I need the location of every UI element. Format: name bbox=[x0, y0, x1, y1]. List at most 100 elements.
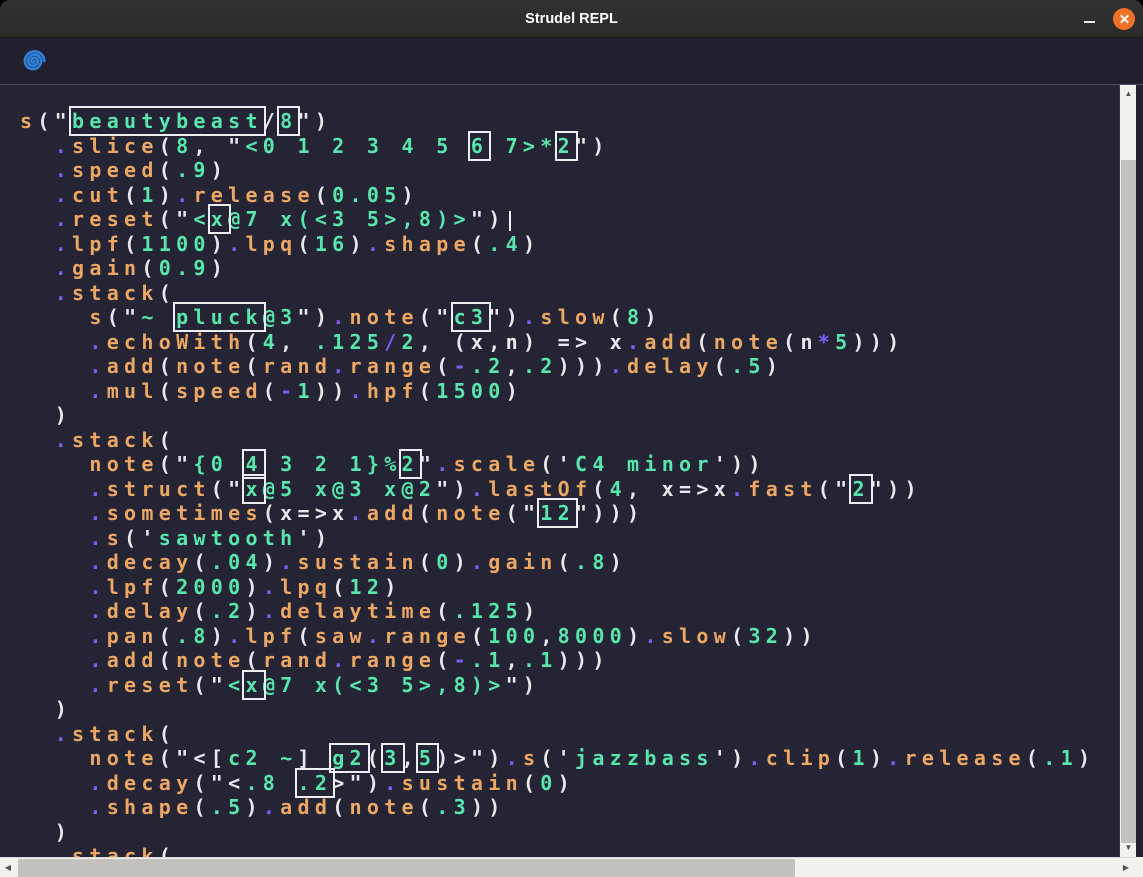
strudel-logo-icon[interactable] bbox=[18, 46, 48, 76]
token: (" bbox=[159, 452, 194, 476]
token: . bbox=[280, 550, 297, 574]
code-line: .sometimes(x=>x.add(note("12"))) bbox=[20, 501, 1119, 526]
active-token: x bbox=[245, 477, 262, 501]
token: release bbox=[905, 746, 1026, 770]
token: ) bbox=[245, 575, 262, 599]
token: . bbox=[523, 305, 540, 329]
token: ( bbox=[159, 844, 176, 857]
token: (' bbox=[540, 746, 575, 770]
token: range bbox=[350, 648, 437, 672]
token: (" bbox=[818, 477, 853, 501]
token: .2 bbox=[523, 354, 558, 378]
token: ( bbox=[159, 158, 176, 182]
token: . bbox=[89, 599, 106, 623]
token: ))) bbox=[558, 354, 610, 378]
scroll-up-arrow-icon[interactable]: ▲ bbox=[1120, 87, 1137, 101]
token: . bbox=[731, 477, 748, 501]
token: . bbox=[89, 501, 106, 525]
token: ") bbox=[488, 305, 523, 329]
horizontal-scrollbar[interactable]: ◀ ▶ bbox=[0, 857, 1136, 877]
token: . bbox=[89, 624, 106, 648]
token: @7 x(<3 5>,8)> bbox=[263, 673, 506, 697]
token: .8 bbox=[176, 624, 211, 648]
titlebar[interactable]: Strudel REPL bbox=[0, 0, 1143, 38]
token: ) bbox=[610, 550, 627, 574]
token: ") bbox=[506, 673, 541, 697]
scroll-down-arrow-icon[interactable]: ▼ bbox=[1120, 841, 1137, 855]
token: ] bbox=[298, 746, 333, 770]
token: ( bbox=[159, 648, 176, 672]
minimize-button[interactable] bbox=[1079, 8, 1101, 30]
token: . bbox=[350, 501, 367, 525]
token: echoWith bbox=[107, 330, 246, 354]
token: .5 bbox=[731, 354, 766, 378]
token: add bbox=[107, 354, 159, 378]
token: ") bbox=[350, 771, 385, 795]
vertical-scrollbar[interactable]: ▲ ▼ bbox=[1119, 85, 1136, 857]
token: " bbox=[228, 134, 245, 158]
token: ( bbox=[471, 624, 488, 648]
token: gain bbox=[488, 550, 557, 574]
token: . bbox=[89, 477, 106, 501]
close-button[interactable] bbox=[1113, 8, 1135, 30]
scroll-right-arrow-icon[interactable]: ▶ bbox=[1118, 858, 1134, 877]
token: 0 bbox=[540, 771, 557, 795]
token: ( bbox=[245, 354, 262, 378]
token: ( bbox=[159, 722, 176, 746]
token: @7 x(<3 5>,8)> bbox=[228, 207, 471, 231]
token: .1 bbox=[471, 648, 506, 672]
token: ( bbox=[159, 354, 176, 378]
code-line: .stack( bbox=[20, 722, 1119, 747]
token: . bbox=[89, 648, 106, 672]
horizontal-scrollbar-thumb[interactable] bbox=[18, 859, 795, 877]
token: sustain bbox=[298, 550, 419, 574]
token: .2 bbox=[211, 599, 246, 623]
code-line: .stack( bbox=[20, 281, 1119, 306]
token: . bbox=[367, 624, 384, 648]
token: ( bbox=[245, 330, 262, 354]
token: ( bbox=[263, 379, 280, 403]
code-line: .shape(.5).add(note(.3)) bbox=[20, 795, 1119, 820]
token: @5 x@3 x@2 bbox=[263, 477, 436, 501]
token: " bbox=[419, 452, 436, 476]
token: - bbox=[454, 648, 471, 672]
token: note bbox=[350, 795, 419, 819]
token: (" bbox=[506, 501, 541, 525]
token: (" bbox=[159, 207, 194, 231]
token: ( bbox=[523, 771, 540, 795]
token: ) bbox=[627, 624, 644, 648]
active-token: c3 bbox=[454, 305, 489, 329]
token: ( bbox=[592, 477, 609, 501]
scroll-left-arrow-icon[interactable]: ◀ bbox=[0, 858, 16, 877]
token: lpf bbox=[72, 232, 124, 256]
token: ) bbox=[211, 158, 228, 182]
token: ( bbox=[193, 795, 210, 819]
active-token: .2 bbox=[298, 771, 333, 795]
token: slice bbox=[72, 134, 159, 158]
token: . bbox=[471, 477, 488, 501]
token: ( bbox=[159, 624, 176, 648]
token: ) bbox=[159, 183, 176, 207]
token: ( bbox=[159, 134, 176, 158]
token: pan bbox=[107, 624, 159, 648]
vertical-scrollbar-thumb[interactable] bbox=[1121, 160, 1136, 843]
token: decay bbox=[107, 550, 194, 574]
active-token: beautybeast bbox=[72, 109, 263, 133]
code-editor[interactable]: s("beautybeast/8") .slice(8, "<0 1 2 3 4… bbox=[0, 85, 1119, 857]
token: clip bbox=[766, 746, 835, 770]
token: . bbox=[644, 624, 661, 648]
token: (' bbox=[124, 526, 159, 550]
token: note bbox=[176, 648, 245, 672]
active-token: 3 bbox=[384, 746, 401, 770]
token: <0 1 2 3 4 5 bbox=[245, 134, 470, 158]
token: sometimes bbox=[107, 501, 263, 525]
token: .5 bbox=[211, 795, 246, 819]
token: c2 ~ bbox=[228, 746, 297, 770]
code-line: note("<[c2 ~] g2(3,5)>").s('jazzbass').c… bbox=[20, 746, 1119, 771]
token: . bbox=[55, 256, 72, 280]
token: "))) bbox=[575, 501, 644, 525]
token: . bbox=[55, 281, 72, 305]
token: (" bbox=[419, 305, 454, 329]
token: ) bbox=[211, 232, 228, 256]
token: < bbox=[228, 771, 245, 795]
